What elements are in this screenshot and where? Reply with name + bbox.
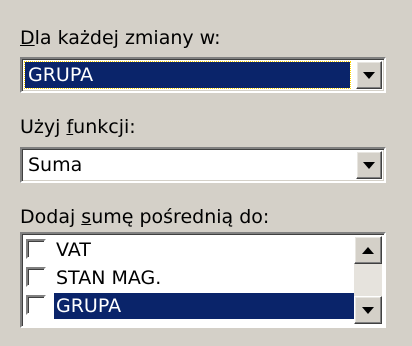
list-item-label: VAT — [56, 239, 91, 261]
checkbox-vat[interactable] — [26, 239, 46, 259]
checkbox-stan-mag[interactable] — [26, 267, 46, 287]
use-function-value: Suma — [28, 154, 83, 176]
chevron-down-icon — [363, 71, 375, 79]
label-text: umę pośrednią do: — [91, 206, 270, 228]
label-prefix: Dodaj — [20, 206, 82, 228]
vertical-scrollbar[interactable] — [354, 236, 382, 324]
label-text: unkcji: — [73, 116, 136, 138]
add-subtotal-listbox[interactable]: VAT STAN MAG. GRUPA — [20, 232, 386, 328]
label-accelerator: D — [20, 27, 35, 49]
for-each-change-dropdown[interactable]: GRUPA — [20, 57, 386, 93]
use-function-dropdown-button[interactable] — [356, 151, 382, 179]
for-each-change-value: GRUPA — [24, 61, 351, 89]
use-function-label: Użyj funkcji: — [20, 115, 136, 139]
scroll-up-button[interactable] — [354, 236, 382, 264]
label-accelerator: s — [81, 206, 92, 228]
for-each-change-dropdown-button[interactable] — [356, 61, 382, 89]
add-subtotal-label: Dodaj sumę pośrednią do: — [20, 205, 269, 229]
list-item[interactable]: VAT — [24, 236, 354, 264]
checkbox-grupa[interactable] — [26, 295, 46, 315]
chevron-down-icon — [363, 161, 375, 169]
scroll-down-arrow-icon — [362, 306, 374, 314]
scroll-down-button[interactable] — [354, 296, 382, 324]
list-item[interactable]: STAN MAG. — [24, 264, 354, 292]
use-function-dropdown[interactable]: Suma — [20, 147, 386, 183]
list-item-label: STAN MAG. — [56, 267, 162, 289]
list-item[interactable]: GRUPA — [24, 292, 354, 320]
scroll-up-arrow-icon — [362, 246, 374, 254]
for-each-change-label: Dla każdej zmiany w: — [20, 26, 221, 50]
label-prefix: Użyj — [20, 116, 67, 138]
list-item-label: GRUPA — [54, 293, 354, 319]
label-text: la każdej zmiany w: — [34, 27, 221, 49]
